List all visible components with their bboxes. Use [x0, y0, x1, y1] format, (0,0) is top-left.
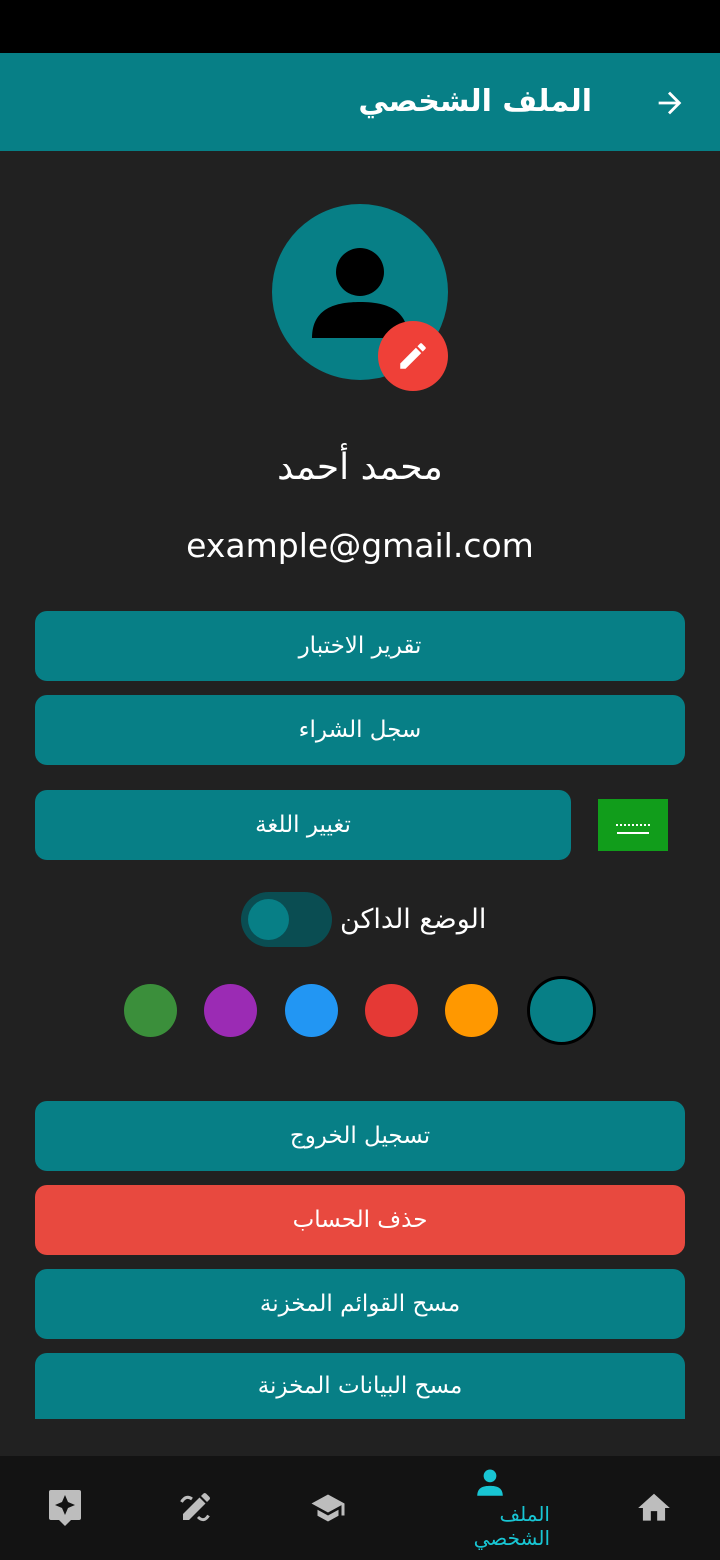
nav-item-courses[interactable] — [268, 1456, 388, 1560]
graduation-cap-icon — [311, 1494, 345, 1522]
pencil-ruler-icon — [180, 1493, 210, 1522]
purchase-history-button[interactable]: سجل الشراء — [35, 695, 685, 765]
clear-data-button[interactable]: مسح البيانات المخزنة — [35, 1353, 685, 1419]
color-swatch-teal[interactable] — [527, 976, 596, 1045]
pencil-icon — [400, 343, 426, 369]
toggle-knob — [248, 899, 289, 940]
page-title: الملف الشخصي — [358, 84, 592, 119]
color-swatch-orange[interactable] — [445, 984, 498, 1037]
change-language-button[interactable]: تغيير اللغة — [35, 790, 571, 860]
app-bar: الملف الشخصي — [0, 53, 720, 151]
color-swatch-red[interactable] — [365, 984, 418, 1037]
sparkle-badge-icon — [49, 1490, 81, 1526]
nav-label-profile: الملف الشخصي — [473, 1502, 550, 1550]
status-bar — [0, 0, 720, 53]
nav-item-highlights[interactable] — [5, 1456, 125, 1560]
home-icon — [638, 1493, 670, 1521]
flag-script — [616, 816, 650, 826]
edit-avatar-button[interactable] — [378, 321, 448, 391]
dark-mode-label: الوضع الداكن — [340, 904, 487, 935]
flag-sword — [617, 832, 649, 834]
nav-item-home[interactable] — [594, 1456, 714, 1560]
delete-account-button[interactable]: حذف الحساب — [35, 1185, 685, 1255]
person-icon — [477, 1469, 503, 1496]
arrow-right-icon — [658, 91, 682, 115]
nav-item-profile[interactable]: الملف الشخصي — [430, 1456, 550, 1560]
nav-item-practice[interactable] — [135, 1456, 255, 1560]
test-report-button[interactable]: تقرير الاختبار — [35, 611, 685, 681]
color-swatch-purple[interactable] — [204, 984, 257, 1037]
color-swatch-blue[interactable] — [285, 984, 338, 1037]
clear-lists-button[interactable]: مسح القوائم المخزنة — [35, 1269, 685, 1339]
dark-mode-toggle[interactable] — [241, 892, 332, 947]
user-email: example@gmail.com — [186, 526, 534, 565]
color-swatch-green[interactable] — [124, 984, 177, 1037]
user-name: محمد أحمد — [277, 447, 443, 488]
logout-button[interactable]: تسجيل الخروج — [35, 1101, 685, 1171]
saudi-flag-icon[interactable] — [598, 799, 668, 851]
back-button[interactable] — [646, 79, 694, 127]
bottom-navigation: الملف الشخصي — [0, 1456, 720, 1560]
dark-mode-row: الوضع الداكن — [0, 888, 720, 952]
